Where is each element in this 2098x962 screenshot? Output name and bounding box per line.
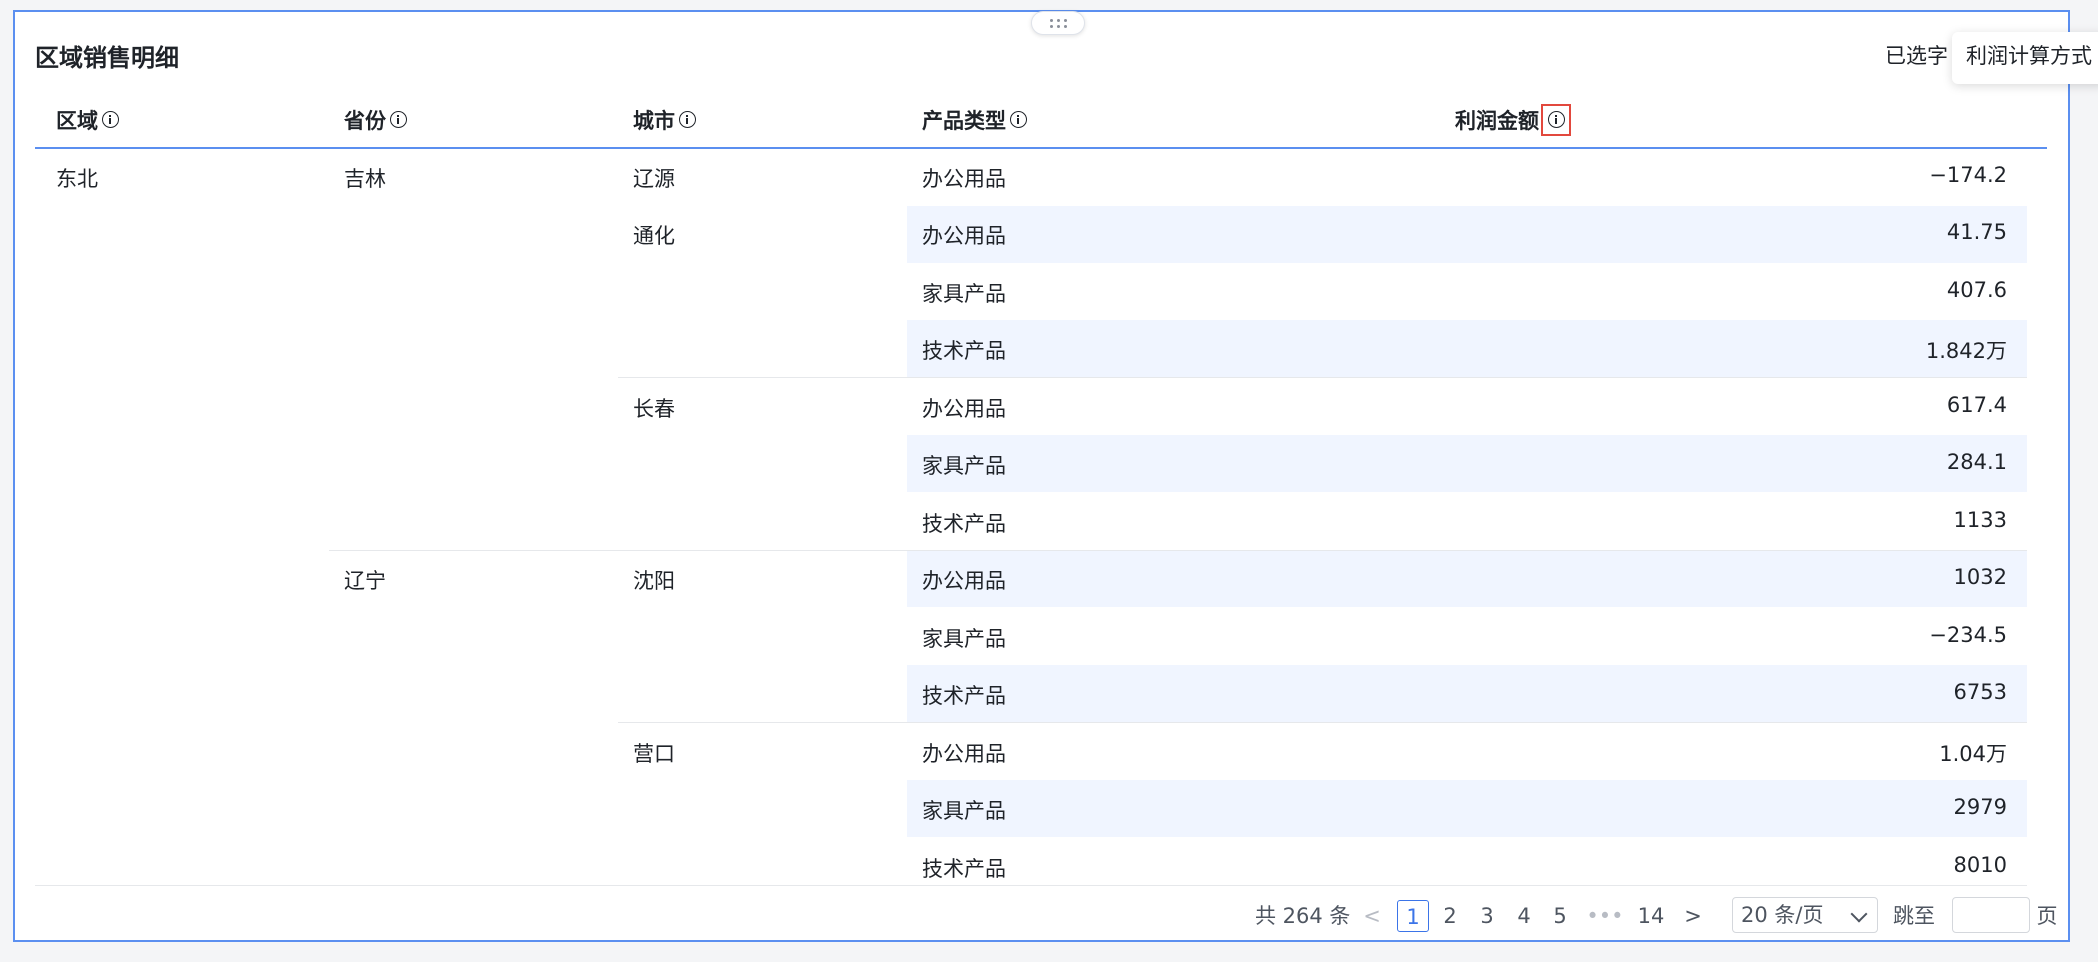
city-cell: 长春 xyxy=(633,397,675,421)
product-type-cell: 技术产品 xyxy=(922,512,1006,536)
product-type-cell: 办公用品 xyxy=(922,569,1006,593)
product-type-cell: 办公用品 xyxy=(922,224,1006,248)
group-divider xyxy=(618,377,2027,378)
product-type-cell: 家具产品 xyxy=(922,627,1006,651)
info-icon[interactable] xyxy=(1010,111,1027,128)
grip-icon xyxy=(1049,18,1067,28)
page-button[interactable]: 5 xyxy=(1544,900,1576,932)
page-button[interactable]: 4 xyxy=(1508,900,1540,932)
page-unit-label: 页 xyxy=(2036,904,2058,928)
city-cell: 沈阳 xyxy=(633,569,675,593)
page-size-value: 20 条/页 xyxy=(1741,903,1824,927)
group-divider xyxy=(329,550,2027,551)
city-cell: 通化 xyxy=(633,224,675,248)
column-label: 利润金额 xyxy=(1455,108,1539,133)
info-icon[interactable] xyxy=(1547,111,1565,128)
product-type-cell: 办公用品 xyxy=(922,397,1006,421)
prev-page-button[interactable]: < xyxy=(1362,900,1382,932)
jump-label: 跳至 xyxy=(1893,904,1935,928)
card-title: 区域销售明细 xyxy=(35,44,179,72)
group-divider xyxy=(618,722,2027,723)
profit-cell: 6753 xyxy=(1953,680,2007,704)
product-type-cell: 家具产品 xyxy=(922,799,1006,823)
page-button-last[interactable]: 14 xyxy=(1631,900,1671,932)
profit-cell: 1.842万 xyxy=(1925,339,2007,363)
profit-cell: 8010 xyxy=(1953,853,2007,877)
profit-cell: 2979 xyxy=(1953,795,2007,819)
selected-fields-text[interactable]: 已选字 xyxy=(1885,40,1955,70)
column-label: 城市 xyxy=(633,108,675,133)
city-cell: 营口 xyxy=(633,742,675,766)
profit-cell: 1133 xyxy=(1953,508,2007,532)
page-size-select[interactable]: 20 条/页 xyxy=(1732,897,1878,933)
profit-cell: 617.4 xyxy=(1946,393,2007,417)
page-button-current[interactable]: 1 xyxy=(1397,900,1429,932)
info-icon[interactable] xyxy=(390,111,407,128)
product-type-cell: 技术产品 xyxy=(922,684,1006,708)
profit-cell: 1032 xyxy=(1953,565,2007,589)
column-header-province[interactable]: 省份 xyxy=(344,92,407,147)
profit-cell: 41.75 xyxy=(1946,220,2007,244)
column-header-product-type[interactable]: 产品类型 xyxy=(922,92,1027,147)
table-header: 区域 省份 城市 产品类型 利润金额 xyxy=(35,92,2047,149)
product-type-cell: 办公用品 xyxy=(922,167,1006,191)
product-type-cell: 技术产品 xyxy=(922,857,1006,881)
product-type-cell: 家具产品 xyxy=(922,454,1006,478)
column-label: 省份 xyxy=(344,108,386,133)
column-header-region[interactable]: 区域 xyxy=(56,92,119,147)
profit-cell: −234.5 xyxy=(1929,623,2007,647)
province-cell: 吉林 xyxy=(344,167,386,191)
column-header-city[interactable]: 城市 xyxy=(633,92,696,147)
city-cell: 辽源 xyxy=(633,167,675,191)
product-type-cell: 家具产品 xyxy=(922,282,1006,306)
column-header-profit[interactable]: 利润金额 xyxy=(1455,92,1571,147)
profit-tooltip: 利润计算方式 xyxy=(1952,32,2098,84)
page-button[interactable]: 2 xyxy=(1434,900,1466,932)
page-button[interactable]: 3 xyxy=(1471,900,1503,932)
chevron-down-icon xyxy=(1850,905,1868,923)
ellipsis-button[interactable]: ••• xyxy=(1585,900,1625,932)
table-bottom-divider xyxy=(35,885,2027,886)
column-label: 区域 xyxy=(56,108,98,133)
profit-cell: 407.6 xyxy=(1946,278,2007,302)
province-cell: 辽宁 xyxy=(344,569,386,593)
detail-card: 区域销售明细 已选字 利润计算方式 区域 省份 城市 产品类型 利润金额 东北 … xyxy=(13,10,2098,942)
product-type-cell: 技术产品 xyxy=(922,339,1006,363)
column-label: 产品类型 xyxy=(922,108,1006,133)
info-icon[interactable] xyxy=(679,111,696,128)
profit-cell: −174.2 xyxy=(1929,163,2007,187)
jump-page-input[interactable] xyxy=(1952,897,2030,933)
info-icon[interactable] xyxy=(102,111,119,128)
region-cell: 东北 xyxy=(56,167,98,191)
next-page-button[interactable]: > xyxy=(1681,900,1705,932)
data-table: 区域 省份 城市 产品类型 利润金额 东北 吉林 辽宁 辽源 通化 长春 沈阳 … xyxy=(35,92,2047,886)
product-type-cell: 办公用品 xyxy=(922,742,1006,766)
total-count: 共 264 条 xyxy=(1255,904,1351,928)
drag-handle[interactable] xyxy=(1031,11,1085,35)
profit-info-highlight[interactable] xyxy=(1541,103,1571,136)
profit-cell: 284.1 xyxy=(1946,450,2007,474)
profit-cell: 1.04万 xyxy=(1939,742,2007,766)
